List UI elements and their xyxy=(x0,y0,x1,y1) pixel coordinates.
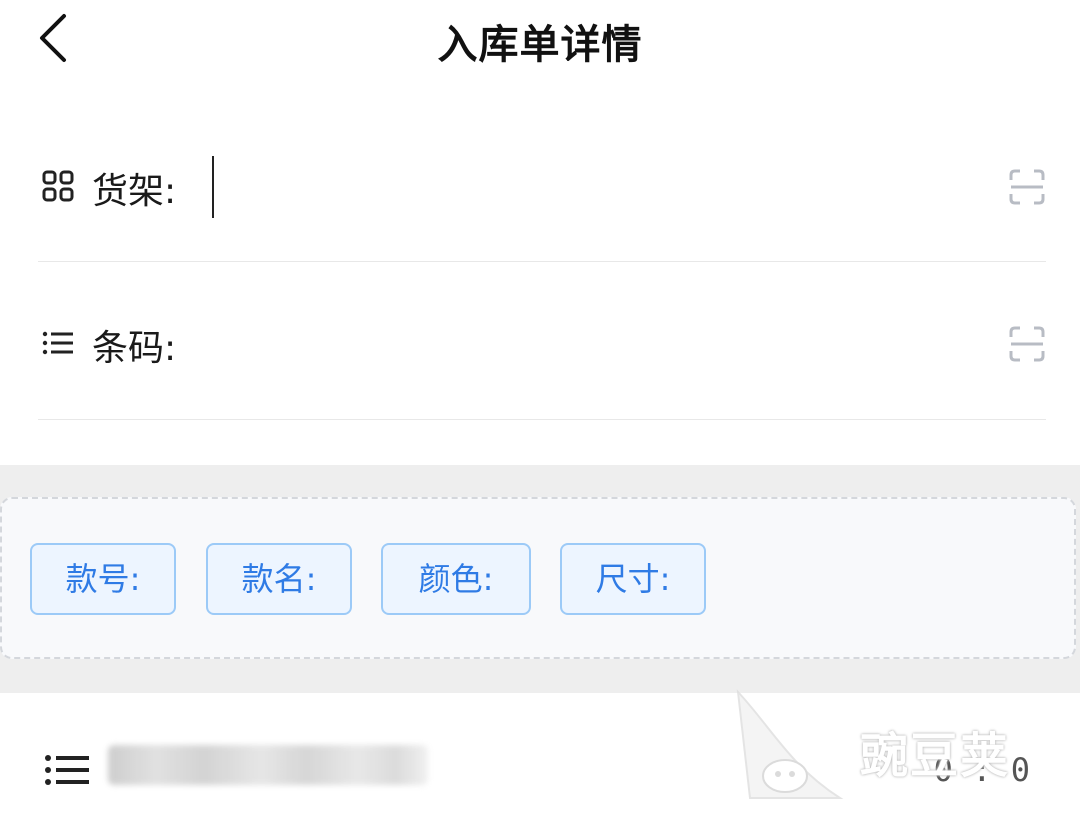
header-bar: 入库单详情 xyxy=(0,0,1080,84)
screen: 入库单详情 货架: 条码: 款号: 款名: 颜色: 尺寸: 0: 0 豌豆荚 xyxy=(0,0,1080,837)
tag-style-number[interactable]: 款号: xyxy=(30,543,176,615)
tag-color[interactable]: 颜色: xyxy=(381,543,531,615)
scan-icon[interactable] xyxy=(1008,325,1046,363)
watermark-text: 豌豆荚 xyxy=(860,728,1011,784)
list-icon xyxy=(42,331,73,355)
redacted-text xyxy=(108,745,428,785)
page-title: 入库单详情 xyxy=(437,22,643,68)
barcode-row: 条码: xyxy=(38,297,1046,387)
divider xyxy=(38,261,1046,262)
tag-style-name[interactable]: 款名: xyxy=(206,543,352,615)
divider xyxy=(38,419,1046,420)
text-cursor xyxy=(212,156,214,218)
shelf-input[interactable] xyxy=(208,160,968,214)
barcode-input[interactable] xyxy=(208,317,968,371)
barcode-label: 条码: xyxy=(92,328,177,369)
tag-panel: 款号: 款名: 颜色: 尺寸: xyxy=(0,497,1076,659)
scan-icon[interactable] xyxy=(1008,168,1046,206)
shelf-label: 货架: xyxy=(92,171,177,212)
shelf-row: 货架: xyxy=(38,140,1046,230)
list-icon xyxy=(45,755,89,785)
tag-size[interactable]: 尺寸: xyxy=(560,543,706,615)
grid-icon xyxy=(42,170,74,202)
